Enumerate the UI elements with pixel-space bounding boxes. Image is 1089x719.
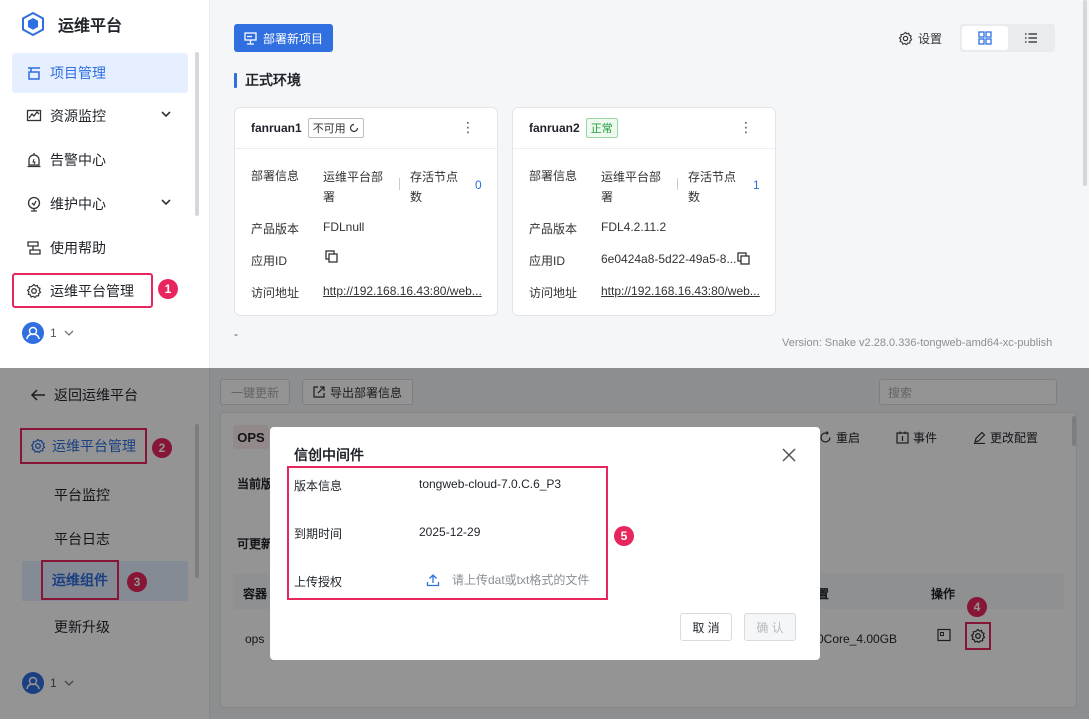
grid-view-button[interactable] [962, 26, 1008, 50]
settings-label: 设置 [918, 32, 943, 46]
copy-icon[interactable] [325, 250, 338, 263]
sidebar-item-alarm[interactable]: 告警中心 [12, 140, 188, 180]
view-toggle [960, 24, 1055, 52]
card-header: fanruan1 不可用 [235, 108, 497, 149]
loading-icon [349, 123, 358, 133]
app-id-label: 应用ID [529, 254, 566, 268]
sidebar-item-resource-monitor[interactable]: 资源监控 [12, 96, 188, 136]
main-content: 部署新项目 设置 正式环境 fanruan1 不可用 ⋮ 部署信息 运维平台部署… [210, 0, 1089, 368]
sidebar-item-help[interactable]: 使用帮助 [12, 228, 188, 268]
card-header: fanruan2 正常 [513, 108, 775, 149]
alive-nodes-label: 存活节点数 [410, 170, 459, 204]
alive-nodes-label: 存活节点数 [688, 170, 737, 204]
alive-nodes-value: 1 [753, 178, 760, 192]
main-scrollbar[interactable] [1083, 0, 1087, 186]
sidebar: 运维平台 项目管理 资源监控 告警中心 维护中心 使用帮助 运维平台管理 1 1 [0, 0, 210, 368]
top-screen: 运维平台 项目管理 资源监控 告警中心 维护中心 使用帮助 运维平台管理 1 1… [0, 0, 1089, 368]
upload-license-label: 上传授权 [294, 575, 343, 589]
product-version-value: FDLnull [323, 220, 365, 234]
dialog-title: 信创中间件 [294, 447, 364, 463]
product-version-value: FDL4.2.11.2 [601, 220, 667, 234]
access-url-label: 访问地址 [529, 286, 578, 300]
deploy-info-label: 部署信息 [251, 169, 300, 183]
gear-icon [898, 31, 913, 46]
gear-icon [26, 283, 42, 298]
deploy-new-project-button[interactable]: 部署新项目 [234, 24, 334, 52]
deploy-info-label: 部署信息 [529, 169, 578, 183]
upload-icon [426, 573, 440, 586]
section-title-text: 正式环境 [245, 72, 301, 88]
annotation-badge-5: 5 [614, 526, 634, 546]
product-version-label: 产品版本 [529, 222, 578, 236]
upload-license-button[interactable]: 请上传dat或txt格式的文件 [426, 571, 589, 588]
product-version-label: 产品版本 [251, 222, 300, 236]
sidebar-item-label: 运维平台管理 [50, 282, 134, 299]
alarm-icon [27, 153, 41, 168]
card-title: fanruan2 [529, 121, 580, 135]
status-text: 不可用 [312, 123, 346, 135]
app-id-label: 应用ID [251, 254, 288, 268]
expire-time-label: 到期时间 [294, 527, 343, 541]
sidebar-item-label: 维护中心 [50, 196, 106, 212]
sidebar-item-label: 告警中心 [50, 152, 106, 168]
confirm-button[interactable]: 确 认 [744, 613, 796, 641]
divider [399, 178, 400, 190]
deploy-label: 部署新项目 [263, 31, 324, 46]
more-icon[interactable]: ⋮ [461, 120, 475, 134]
deploy-icon [244, 31, 257, 45]
chevron-down-icon [64, 330, 74, 336]
monitor-icon [26, 109, 42, 122]
access-url-link[interactable]: http://192.168.16.43:80/web... [601, 284, 760, 298]
list-icon [1025, 33, 1037, 43]
cancel-button[interactable]: 取 消 [680, 613, 732, 641]
sidebar-item-label: 项目管理 [50, 65, 106, 81]
maintenance-icon [27, 196, 41, 212]
settings-button[interactable]: 设置 [898, 30, 942, 47]
app-logo: 运维平台 [20, 10, 122, 38]
avatar-icon [22, 322, 44, 344]
sidebar-item-label: 使用帮助 [50, 240, 106, 256]
status-badge: 不可用 [307, 118, 364, 138]
copy-icon[interactable] [737, 252, 750, 265]
sidebar-item-platform-admin[interactable]: 运维平台管理 [12, 273, 153, 308]
app-id-value: 6e0424a8-5d22-49a5-8... [601, 252, 737, 266]
chevron-down-icon [161, 111, 171, 118]
version-text: Version: Snake v2.28.0.336-tongweb-amd64… [782, 337, 1053, 349]
access-url-link[interactable]: http://192.168.16.43:80/web... [323, 284, 482, 298]
status-badge: 正常 [585, 118, 618, 138]
close-icon[interactable] [782, 448, 796, 462]
section-title: 正式环境 [234, 70, 301, 90]
expire-time-value: 2025-12-29 [419, 525, 481, 539]
sidebar-scrollbar[interactable] [195, 52, 199, 216]
annotation-badge-1: 1 [158, 279, 178, 299]
app-title: 运维平台 [58, 18, 123, 35]
access-url-label: 访问地址 [251, 286, 300, 300]
section-title-bar [234, 72, 237, 88]
cube-logo-icon [22, 11, 44, 37]
list-view-button[interactable] [1008, 26, 1054, 50]
middleware-dialog: 信创中间件 版本信息 tongweb-cloud-7.0.C.6_P3 到期时间… [270, 427, 820, 660]
deploy-info-value: 运维平台部署 [323, 170, 384, 204]
project-card[interactable]: fanruan1 不可用 ⋮ 部署信息 运维平台部署 存活节点数 0 产品版本 … [234, 107, 498, 316]
version-info-label: 版本信息 [294, 479, 343, 493]
help-icon [27, 241, 41, 255]
placeholder-dash: - [234, 327, 238, 341]
sidebar-item-project[interactable]: 项目管理 [12, 53, 188, 93]
grid-icon [978, 31, 992, 45]
user-name: 1 [50, 326, 57, 340]
divider [677, 178, 678, 190]
alive-nodes-value: 0 [475, 178, 482, 192]
sidebar-item-label: 资源监控 [50, 108, 106, 124]
user-menu[interactable]: 1 [22, 322, 75, 344]
sidebar-item-maintenance[interactable]: 维护中心 [12, 184, 188, 224]
upload-hint: 请上传dat或txt格式的文件 [452, 573, 590, 587]
version-info-value: tongweb-cloud-7.0.C.6_P3 [419, 477, 562, 491]
card-title: fanruan1 [251, 121, 302, 135]
project-card[interactable]: fanruan2 正常 ⋮ 部署信息 运维平台部署 存活节点数 1 产品版本 F… [512, 107, 776, 316]
deploy-info-value: 运维平台部署 [601, 170, 662, 204]
project-icon [28, 67, 40, 80]
more-icon[interactable]: ⋮ [739, 120, 753, 134]
chevron-down-icon [161, 199, 171, 206]
